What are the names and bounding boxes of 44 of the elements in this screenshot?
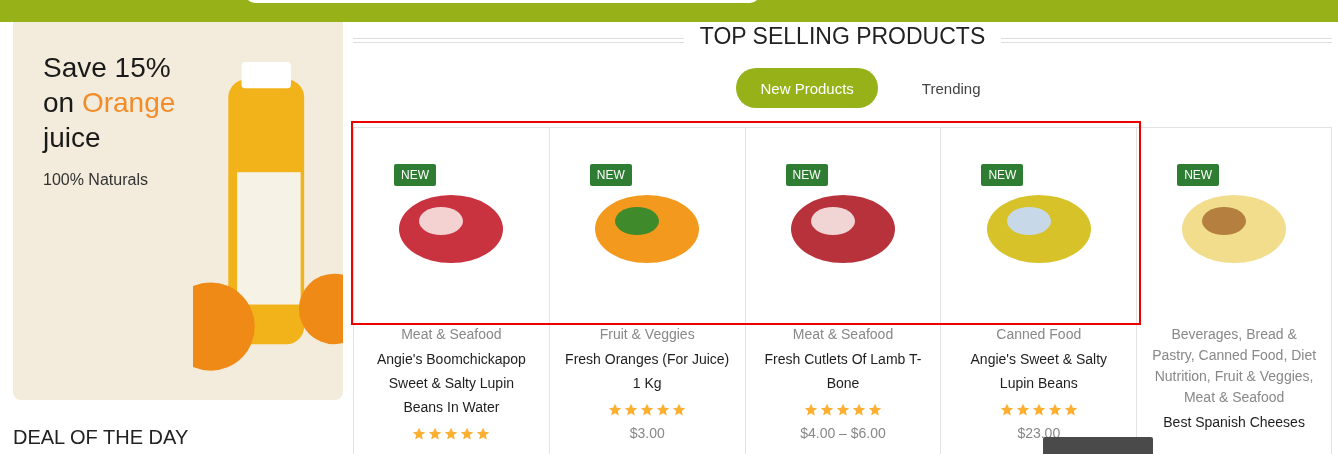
star-icon xyxy=(624,403,639,417)
star-icon xyxy=(999,403,1014,417)
star-icon xyxy=(428,427,443,441)
banner-subtitle: 100% Naturals xyxy=(43,171,149,189)
product-price: $3.00 xyxy=(628,425,666,441)
star-icon xyxy=(804,403,818,417)
product-category: Canned Food xyxy=(995,325,1083,344)
star-icon xyxy=(1031,403,1046,417)
product-category: Fruit & Veggies xyxy=(598,325,696,344)
product-name[interactable]: Angie's Sweet & Salty Lupin Beans xyxy=(955,347,1123,395)
star-icon xyxy=(444,427,459,441)
star-icon xyxy=(476,427,491,441)
product-category: Meat & Seafood xyxy=(400,325,503,344)
deal-heading: DEAL OF THE DAY xyxy=(13,426,190,449)
star-icon xyxy=(656,403,671,417)
product-tab[interactable]: Trending xyxy=(897,68,1005,108)
product-price: $23.00 xyxy=(1016,425,1062,441)
promo-banner[interactable]: Save 15% on Orange juice 100% Naturals xyxy=(13,22,343,400)
star-icon xyxy=(640,403,655,417)
product-name[interactable]: Best Spanish Cheeses xyxy=(1151,410,1317,434)
product-name[interactable]: Fresh Cutlets Of Lamb T-Bone xyxy=(759,347,927,395)
banner-headline: Save 15% on Orange juice xyxy=(43,51,177,155)
star-icon xyxy=(608,403,623,417)
star-icon xyxy=(820,403,834,417)
section-title: TOP SELLING PRODUCTS xyxy=(699,22,986,50)
star-icon xyxy=(852,403,866,417)
new-badge: NEW xyxy=(981,164,1024,186)
star-icon xyxy=(1015,403,1030,417)
product-price: $4.00 – $6.00 xyxy=(799,425,887,441)
new-badge: NEW xyxy=(394,164,436,186)
star-icon xyxy=(868,403,882,417)
product-name[interactable]: Fresh Oranges (For Juice) 1 Kg xyxy=(563,347,731,395)
star-icon xyxy=(1047,403,1062,417)
star-icon xyxy=(1063,403,1078,417)
product-category: Beverages, Bread & Pastry, Canned Food, Diet Nutrition, Fruit & Veggies, Meat & Seafood xyxy=(1151,325,1317,407)
new-badge: NEW xyxy=(589,164,632,186)
new-badge: NEW xyxy=(785,164,828,186)
star-icon xyxy=(412,427,427,441)
star-icon xyxy=(460,427,475,441)
product-category: Meat & Seafood xyxy=(791,325,895,344)
new-badge: NEW xyxy=(1177,164,1220,186)
star-icon xyxy=(836,403,850,417)
star-icon xyxy=(672,403,687,417)
product-name[interactable]: Angie's Boomchickapop Sweet & Salty Lupin Beans In Water xyxy=(368,347,535,419)
